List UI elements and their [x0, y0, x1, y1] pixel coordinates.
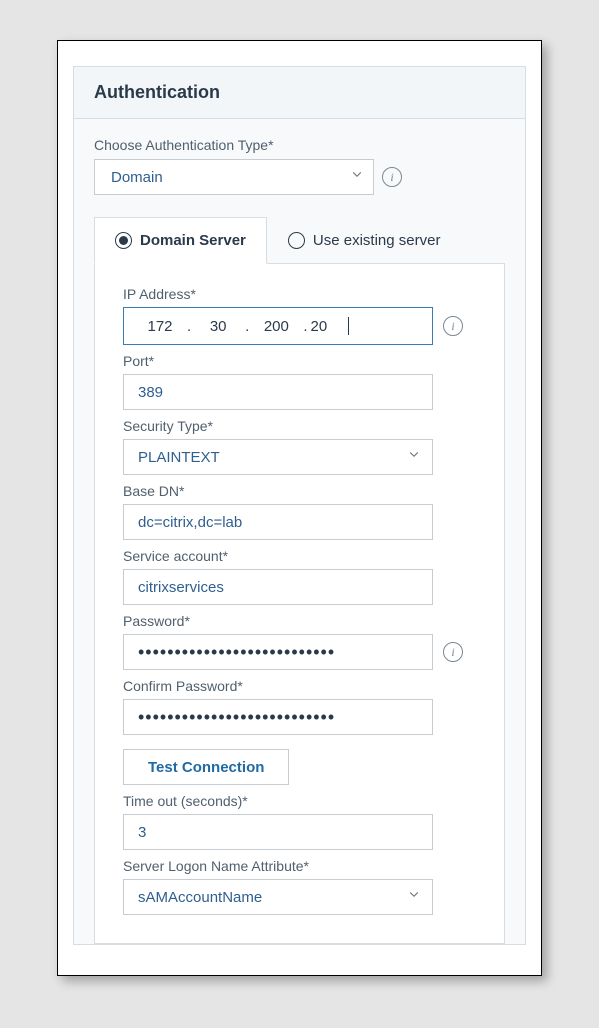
timeout-label: Time out (seconds)*	[123, 793, 476, 809]
info-icon[interactable]: i	[443, 642, 463, 662]
ip-octet-3[interactable]	[252, 318, 300, 335]
base-dn-label: Base DN*	[123, 483, 476, 499]
domain-server-form: IP Address* . . . i	[94, 264, 505, 944]
confirm-password-label: Confirm Password*	[123, 678, 476, 694]
tab-domain-server-label: Domain Server	[140, 232, 246, 249]
radio-icon	[115, 232, 132, 249]
ip-octet-2[interactable]	[194, 318, 242, 335]
password-input[interactable]: •••••••••••••••••••••••••••	[123, 634, 433, 670]
security-type-value: PLAINTEXT	[138, 449, 220, 466]
radio-icon	[288, 232, 305, 249]
test-connection-button[interactable]: Test Connection	[123, 749, 289, 785]
confirm-password-mask: •••••••••••••••••••••••••••	[138, 707, 335, 728]
logon-attr-select[interactable]: sAMAccountName	[123, 879, 433, 915]
ip-octet-1[interactable]	[136, 318, 184, 335]
password-mask: •••••••••••••••••••••••••••	[138, 642, 335, 663]
ip-dot: .	[184, 318, 194, 335]
port-label: Port*	[123, 353, 476, 369]
password-label: Password*	[123, 613, 476, 629]
service-account-label: Service account*	[123, 548, 476, 564]
section-title: Authentication	[73, 66, 526, 118]
ip-dot: .	[242, 318, 252, 335]
tab-use-existing-server[interactable]: Use existing server	[267, 217, 462, 263]
logon-attr-value: sAMAccountName	[138, 889, 262, 906]
tab-domain-server[interactable]: Domain Server	[94, 217, 267, 264]
base-dn-input[interactable]	[123, 504, 433, 540]
ip-address-input[interactable]: . . .	[123, 307, 433, 345]
ip-address-label: IP Address*	[123, 286, 476, 302]
info-icon[interactable]: i	[443, 316, 463, 336]
port-input[interactable]	[123, 374, 433, 410]
auth-type-select[interactable]: Domain	[94, 159, 374, 195]
text-cursor	[348, 317, 349, 335]
auth-type-label: Choose Authentication Type*	[94, 137, 505, 153]
tab-use-existing-label: Use existing server	[313, 232, 441, 249]
timeout-input[interactable]	[123, 814, 433, 850]
section-body: Choose Authentication Type* Domain i Dom…	[73, 118, 526, 945]
info-icon[interactable]: i	[382, 167, 402, 187]
server-tabs: Domain Server Use existing server	[94, 217, 505, 264]
auth-type-value: Domain	[111, 169, 163, 186]
authentication-panel: Authentication Choose Authentication Typ…	[57, 40, 542, 976]
ip-dot: .	[300, 318, 310, 335]
logon-attr-label: Server Logon Name Attribute*	[123, 858, 476, 874]
security-type-select[interactable]: PLAINTEXT	[123, 439, 433, 475]
service-account-input[interactable]	[123, 569, 433, 605]
confirm-password-input[interactable]: •••••••••••••••••••••••••••	[123, 699, 433, 735]
ip-octet-4[interactable]	[311, 318, 351, 335]
security-type-label: Security Type*	[123, 418, 476, 434]
